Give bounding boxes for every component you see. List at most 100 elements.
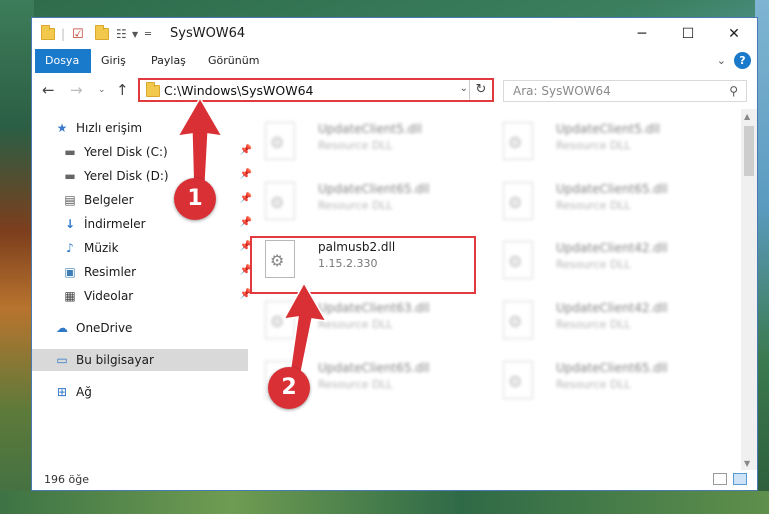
list-item[interactable]: UpdateClient5.dll Resource DLL [485, 116, 711, 172]
title-bar: | ☑ ☷ ▼ ═ SysWOW64 ─ ☐ ✕ [32, 18, 757, 49]
dll-file-icon [503, 361, 533, 399]
window-folder-icon [41, 25, 55, 43]
qa-separator: | [61, 27, 66, 41]
list-item[interactable]: UpdateClient65.dll Resource DLL [485, 176, 711, 232]
file-description: Resource DLL [556, 318, 631, 331]
sidebar-item-label: İndirmeler [84, 217, 146, 231]
scroll-down-icon[interactable]: ▼ [744, 459, 750, 468]
vertical-scrollbar[interactable]: ▲ ▼ [741, 109, 757, 471]
search-placeholder: Ara: SysWOW64 [513, 84, 611, 98]
sidebar-item-music[interactable]: ♪ Müzik 📌 [32, 237, 256, 259]
file-description: Resource DLL [556, 378, 631, 391]
explorer-window: | ☑ ☷ ▼ ═ SysWOW64 ─ ☐ ✕ Dosya Giriş Pay… [31, 17, 758, 491]
desktop-background-bottom [0, 491, 769, 514]
sidebar-item-videos[interactable]: ▦ Videolar 📌 [32, 285, 256, 307]
sidebar-item-label: Yerel Disk (C:) [84, 145, 168, 159]
dll-file-icon [265, 122, 295, 160]
star-icon: ★ [56, 121, 68, 135]
file-description: Resource DLL [318, 139, 393, 152]
search-icon[interactable]: ⚲ [729, 84, 738, 98]
step-badge-1: 1 [174, 178, 216, 220]
details-view-icon[interactable] [713, 473, 727, 485]
tab-gorunum[interactable]: Görünüm [198, 49, 269, 73]
tab-giris[interactable]: Giriş [91, 49, 136, 73]
file-description: Resource DLL [556, 199, 631, 212]
quick-access-toolbar-icon[interactable]: ☷ [116, 25, 127, 43]
list-item[interactable]: UpdateClient5.dll Resource DLL [247, 116, 473, 172]
close-button[interactable]: ✕ [711, 18, 757, 49]
sidebar-item-pictures[interactable]: ▣ Resimler 📌 [32, 261, 256, 283]
sidebar-item-onedrive[interactable]: ☁ OneDrive [32, 317, 248, 339]
chevron-down-icon[interactable]: ▼ [132, 25, 138, 43]
dll-file-icon [503, 241, 533, 279]
list-item[interactable]: UpdateClient42.dll Resource DLL [485, 235, 711, 291]
documents-icon: ▤ [64, 193, 76, 207]
sidebar-item-label: OneDrive [76, 321, 133, 335]
sidebar-item-label: Bu bilgisayar [76, 353, 154, 367]
sidebar-item-label: Müzik [84, 241, 119, 255]
file-description: Resource DLL [556, 258, 631, 271]
music-icon: ♪ [66, 241, 74, 255]
sidebar-item-label: Ağ [76, 385, 92, 399]
file-name: UpdateClient5.dll [318, 122, 422, 136]
drive-icon: ▬ [64, 145, 76, 159]
file-name: UpdateClient5.dll [556, 122, 660, 136]
up-arrow-icon[interactable]: ↑ [116, 81, 129, 99]
sidebar-item-label: Hızlı erişim [76, 121, 143, 135]
expand-ribbon-icon[interactable]: ⌄ [717, 54, 726, 67]
back-arrow-icon[interactable]: ← [42, 81, 55, 99]
recent-locations-icon[interactable]: ⌄ [98, 85, 106, 95]
item-count: 196 öğe [44, 473, 89, 486]
list-item[interactable]: UpdateClient65.dll Resource DLL [247, 176, 473, 232]
sidebar-item-label: Belgeler [84, 193, 134, 207]
address-path[interactable]: C:\Windows\SysWOW64 [164, 83, 313, 98]
sidebar-item-this-pc[interactable]: ▭ Bu bilgisayar [32, 349, 248, 371]
computer-icon: ▭ [56, 353, 68, 367]
dll-file-icon [503, 122, 533, 160]
file-name: UpdateClient65.dll [556, 182, 668, 196]
download-icon: ↓ [64, 217, 76, 231]
videos-icon: ▦ [64, 289, 76, 303]
maximize-button[interactable]: ☐ [665, 18, 711, 49]
refresh-icon[interactable]: ↻ [469, 80, 492, 100]
help-button[interactable]: ? [734, 52, 751, 69]
large-icons-view-icon[interactable] [733, 473, 747, 485]
file-description: Resource DLL [318, 199, 393, 212]
search-input[interactable]: Ara: SysWOW64 ⚲ [503, 80, 747, 102]
file-description: Resource DLL [556, 139, 631, 152]
dll-file-icon [265, 182, 295, 220]
desktop-background-left [0, 0, 34, 514]
sidebar-item-label: Resimler [84, 265, 137, 279]
pictures-icon: ▣ [64, 265, 76, 279]
scroll-up-icon[interactable]: ▲ [744, 112, 750, 121]
drive-icon: ▬ [64, 169, 76, 183]
new-folder-icon[interactable] [95, 25, 109, 43]
ribbon-tabs: Dosya Giriş Paylaş Görünüm ⌄ ? [32, 49, 757, 73]
file-name: UpdateClient65.dll [556, 361, 668, 375]
customize-toolbar-icon[interactable]: ═ [145, 25, 151, 43]
file-name: UpdateClient42.dll [556, 301, 668, 315]
folder-icon [146, 82, 160, 97]
tab-paylas[interactable]: Paylaş [141, 49, 196, 73]
step-badge-2: 2 [268, 367, 310, 409]
dll-file-icon [503, 301, 533, 339]
properties-icon[interactable]: ☑ [72, 25, 84, 43]
status-bar: 196 öğe [32, 470, 757, 490]
dll-file-icon [503, 182, 533, 220]
sidebar-item-label: Yerel Disk (D:) [84, 169, 169, 183]
tab-dosya[interactable]: Dosya [35, 49, 91, 73]
window-title: SysWOW64 [170, 26, 246, 41]
minimize-button[interactable]: ─ [619, 18, 665, 49]
forward-arrow-icon[interactable]: → [70, 81, 83, 99]
file-name: UpdateClient42.dll [556, 241, 668, 255]
address-dropdown-icon[interactable]: ⌄ [460, 83, 468, 94]
file-name: UpdateClient65.dll [318, 182, 430, 196]
sidebar-item-network[interactable]: ⊞ Ağ [32, 381, 248, 403]
list-item[interactable]: UpdateClient65.dll Resource DLL [485, 355, 711, 411]
network-icon: ⊞ [56, 385, 68, 399]
sidebar-item-label: Videolar [84, 289, 134, 303]
scrollbar-thumb[interactable] [744, 126, 754, 176]
onedrive-icon: ☁ [56, 321, 68, 335]
list-item[interactable]: UpdateClient42.dll Resource DLL [485, 295, 711, 351]
navigation-bar: ← → ⌄ ↑ C:\Windows\SysWOW64 ⌄ ↻ Ara: Sys… [32, 75, 757, 107]
